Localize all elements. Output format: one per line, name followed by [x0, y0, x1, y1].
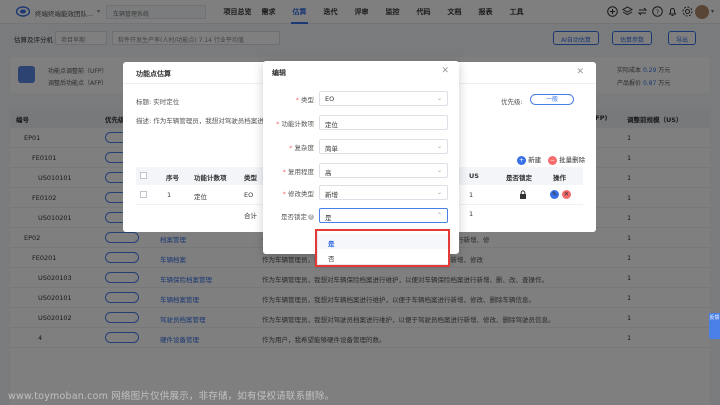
col-us: US	[469, 172, 479, 180]
reuse-label-text: 复用程度	[288, 168, 314, 176]
complexity-label-text: 复杂度	[294, 144, 315, 152]
dialog-title: 编辑	[272, 69, 286, 77]
batch-delete-label: 批量删除	[559, 156, 586, 164]
complexity-value: 简单	[325, 145, 338, 153]
type-select[interactable]: EO ⌄	[319, 91, 448, 106]
complexity-field: * 复杂度 简单 ⌄	[263, 139, 459, 154]
lock-field: 是否锁定? 是 ⌃	[263, 208, 459, 223]
reuse-field: * 复用程度 高 ⌄	[263, 163, 459, 178]
item-label-text: 功能计数项	[281, 120, 315, 128]
title-label: 标题:	[136, 98, 152, 106]
priority-select[interactable]: 一般	[530, 94, 574, 105]
chevron-down-icon: ⌄	[436, 167, 442, 174]
item-input[interactable]: 定位	[319, 115, 448, 130]
reuse-value: 高	[325, 169, 332, 177]
edit-icon[interactable]: ✎	[550, 190, 559, 199]
type-label: * 类型	[295, 96, 314, 104]
help-icon[interactable]: ?	[308, 214, 314, 220]
complexity-label: * 复杂度	[289, 144, 315, 152]
row-type: EO	[244, 191, 254, 199]
row-index: 1	[167, 191, 172, 199]
title-field: 标题: 实时定位	[136, 96, 179, 106]
total-us: 1	[469, 210, 474, 218]
total-label: 合计	[244, 212, 257, 220]
complexity-select[interactable]: 简单 ⌄	[319, 139, 448, 154]
delete-icon: −	[548, 156, 557, 165]
lock-label: 是否锁定?	[281, 211, 314, 221]
col-index: 序号	[166, 174, 179, 182]
chevron-down-icon: ⌄	[436, 143, 442, 150]
desc-label: 描述:	[136, 117, 152, 125]
type-field: * 类型 EO ⌄	[263, 91, 459, 106]
reuse-label: * 复用程度	[282, 168, 314, 176]
row-item: 定位	[194, 193, 207, 201]
chevron-down-icon: ⌄	[436, 189, 442, 196]
item-value: 定位	[325, 121, 338, 129]
col-locked: 是否锁定	[506, 174, 532, 182]
row-us: 1	[469, 191, 474, 199]
select-all-checkbox[interactable]	[140, 172, 147, 179]
lock-icon	[520, 190, 526, 199]
plus-icon: +	[517, 156, 526, 165]
watermark: www.toymoban.com 网络图片仅供展示，非存储，如有侵权请联系删除。	[8, 391, 335, 402]
edit-dialog: 编辑 ✕ * 类型 EO ⌄ * 功能计数项 定位 * 复杂度 简单 ⌄ * 复用程…	[263, 61, 459, 254]
lock-label-text: 是否锁定	[281, 213, 307, 221]
modify-type-label: * 修改类型	[282, 190, 314, 198]
modify-type-label-text: 修改类型	[288, 190, 314, 198]
dialog-title: 功能点估算	[136, 70, 171, 78]
add-button[interactable]: + 新建	[517, 154, 541, 165]
type-value: EO	[325, 95, 335, 103]
add-label: 新建	[528, 156, 542, 164]
lock-select[interactable]: 是 ⌃	[319, 208, 448, 223]
priority-label: 优先级:	[501, 98, 523, 106]
close-icon[interactable]: ✕	[576, 67, 584, 77]
close-icon[interactable]: ✕	[441, 66, 449, 76]
col-actions: 操作	[553, 174, 566, 182]
title-value: 实时定位	[153, 98, 180, 106]
batch-delete-button[interactable]: − 批量删除	[548, 154, 585, 165]
lock-value: 是	[325, 214, 332, 222]
modify-type-value: 新增	[325, 191, 338, 199]
row-checkbox[interactable]	[140, 191, 147, 198]
reuse-select[interactable]: 高 ⌄	[319, 163, 448, 178]
modify-type-select[interactable]: 新增 ⌄	[319, 185, 448, 200]
highlight-box	[315, 229, 450, 267]
item-field: * 功能计数项 定位	[263, 115, 459, 130]
type-label-text: 类型	[301, 96, 314, 104]
modify-type-field: * 修改类型 新增 ⌄	[263, 185, 459, 200]
delete-icon[interactable]: ✕	[562, 190, 571, 199]
col-item: 功能计数项	[194, 174, 227, 182]
chevron-up-icon: ⌃	[436, 212, 442, 219]
col-type: 类型	[244, 174, 257, 182]
item-label: * 功能计数项	[276, 120, 315, 128]
chevron-down-icon: ⌄	[436, 95, 442, 102]
feedback-tab[interactable]: 反馈	[709, 313, 720, 339]
